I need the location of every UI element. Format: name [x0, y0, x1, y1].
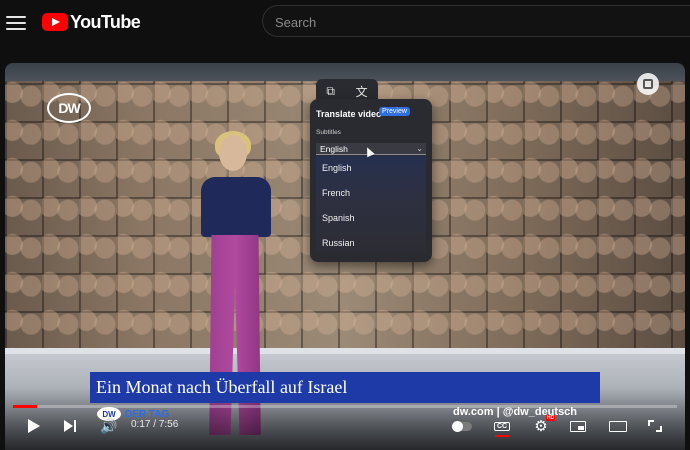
language-option-russian[interactable]: Russian — [316, 231, 426, 256]
language-option-english[interactable]: English — [316, 156, 426, 181]
language-options-list: English French Spanish Russian — [316, 156, 426, 256]
logo-text: YouTube — [70, 11, 141, 32]
miniplayer-icon[interactable] — [568, 415, 588, 437]
menu-icon[interactable] — [6, 12, 26, 32]
chevron-down-icon: ⌄ — [416, 144, 423, 153]
channel-logo: DW — [47, 93, 91, 123]
popup-title: Translate video — [316, 109, 382, 119]
theater-mode-icon[interactable] — [607, 415, 629, 437]
search-input[interactable] — [263, 6, 677, 38]
preview-badge: Preview — [379, 107, 410, 116]
translate-video-popup: Translate video Preview Subtitles Englis… — [310, 99, 432, 262]
progress-bar[interactable] — [13, 405, 677, 408]
news-headline: Ein Monat nach Überfall auf Israel — [90, 372, 600, 403]
time-display: 0:17 / 7:56 — [131, 419, 179, 430]
language-option-spanish[interactable]: Spanish — [316, 206, 426, 231]
subtitles-label: Subtitles — [316, 129, 341, 136]
subtitles-cc-icon[interactable]: CC — [492, 415, 512, 437]
youtube-play-icon — [42, 13, 68, 31]
translate-icon[interactable]: 文 — [356, 83, 368, 100]
video-player[interactable]: DW ⧉ 文 Translate video Preview Subtitles… — [5, 63, 685, 450]
volume-icon[interactable]: 🔊 — [99, 415, 119, 437]
autoplay-toggle[interactable] — [449, 415, 475, 437]
program-tag-text: DER TAG — [125, 408, 170, 420]
language-option-french[interactable]: French — [316, 181, 426, 206]
search-box[interactable] — [262, 5, 690, 38]
youtube-logo[interactable]: YouTube — [42, 11, 141, 32]
selected-language: English — [320, 144, 348, 154]
play-icon[interactable] — [25, 415, 43, 437]
screen-translate-icon[interactable]: ⧉ — [326, 84, 335, 99]
next-video-icon[interactable] — [61, 415, 79, 437]
progress-played — [13, 405, 37, 408]
top-bar: YouTube — [0, 0, 690, 48]
hd-badge: HD — [546, 415, 556, 421]
translate-extension-icon[interactable] — [637, 73, 659, 95]
fullscreen-icon[interactable] — [645, 415, 665, 437]
